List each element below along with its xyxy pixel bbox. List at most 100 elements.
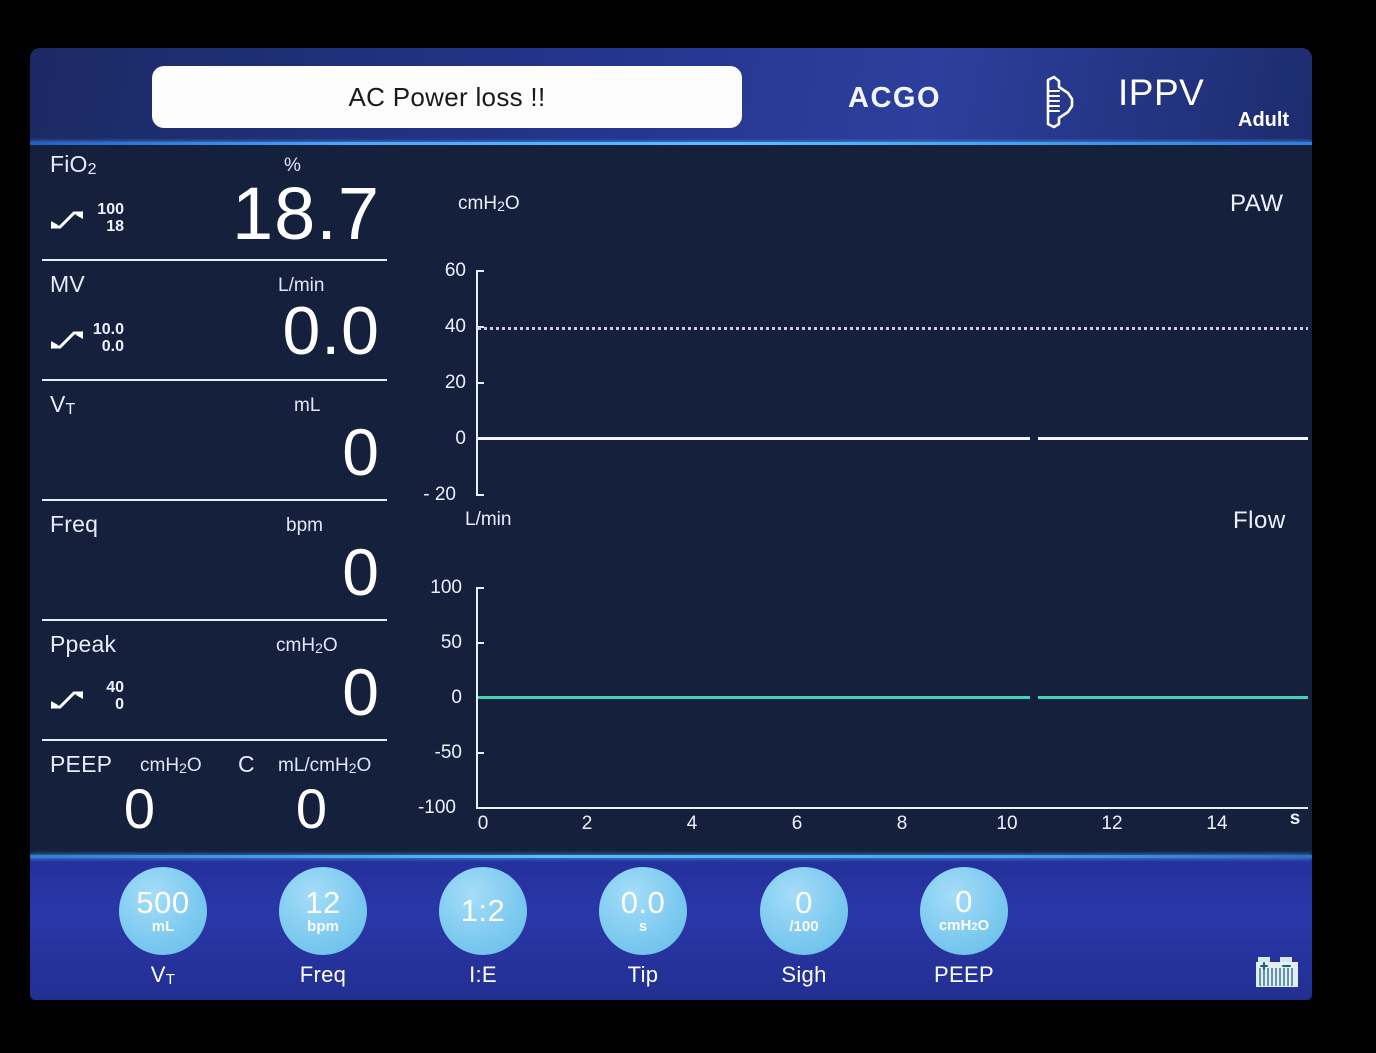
setting-label-tip: Tip: [627, 962, 659, 987]
main-content-area: FiO2 % 100 18 18.7 MV L/min 10.0 0.0 0.0…: [30, 145, 1312, 855]
setting-value-vt: 500: [136, 884, 190, 920]
device-bezel: AC Power loss !! ACGO IPPV Adult FiO2 % …: [0, 0, 1376, 1053]
param-value-peep: 0: [123, 777, 157, 840]
param-value-freq: 0: [342, 535, 380, 609]
param-divider: [42, 499, 387, 501]
alarm-limit-high-fio2: 100: [97, 201, 124, 218]
bellows-icon: [1046, 75, 1074, 129]
setting-value-ie-ratio: 1:2: [460, 893, 506, 928]
setting-ie-ratio[interactable]: 1:2 I:E: [408, 867, 558, 988]
setting-label-peep: PEEP: [934, 962, 994, 987]
setting-bubble-ie-ratio[interactable]: 1:2: [439, 867, 527, 955]
flow-ytick-label-minus50: -50: [434, 742, 462, 763]
setting-label-sigh: Sigh: [781, 962, 827, 987]
setting-label-freq: Freq: [299, 962, 347, 987]
setting-label-vt: VT: [150, 962, 176, 988]
param-row-peep-compliance[interactable]: PEEP cmH2O C mL/cmH2O 0 0: [30, 745, 390, 855]
setting-unit-peep: cmH2O: [938, 917, 990, 934]
alarm-limit-low-fio2: 18: [106, 218, 124, 235]
xtick-label-0: 0: [477, 813, 489, 834]
param-unit-freq: bpm: [286, 515, 323, 536]
paw-tick-minus20: [476, 494, 484, 496]
param-divider: [42, 379, 387, 381]
xtick-label-2: 2: [581, 813, 593, 834]
setting-bubble-tip[interactable]: 0.0 s: [599, 867, 687, 955]
flow-ytick-label-0: 0: [451, 687, 462, 708]
paw-ytick-label-minus20: - 20: [423, 484, 456, 505]
flow-ytick-label-minus100: -100: [417, 797, 456, 818]
param-divider: [42, 619, 387, 621]
paw-trace-segment: [1038, 437, 1308, 440]
param-value-compliance: 0: [295, 777, 329, 840]
alarm-limit-low-mv: 0.0: [101, 338, 124, 355]
alarm-banner[interactable]: AC Power loss !!: [152, 66, 742, 128]
flow-tick-50: [476, 642, 484, 644]
setting-peep[interactable]: 0 cmH2O PEEP: [889, 867, 1039, 988]
flow-trace-segment: [1038, 696, 1308, 699]
paw-alarm-limit-line: [478, 327, 1308, 330]
param-unit-peep: cmH2O: [140, 755, 202, 776]
param-label-fio2: FiO2: [50, 151, 97, 178]
ventilation-mode-label[interactable]: IPPV: [1118, 72, 1204, 114]
param-row-mv[interactable]: MV L/min 10.0 0.0 0.0: [30, 265, 390, 385]
paw-ytick-label-0: 0: [455, 428, 466, 449]
param-unit-compliance: mL/cmH2O: [278, 755, 372, 776]
xtick-label-10: 10: [996, 813, 1018, 834]
paw-y-unit: cmH2O: [458, 193, 520, 214]
settings-bar: 500 mL VT 12 bpm Freq 1:2 I:E 0.0 s Tip …: [30, 855, 1312, 1000]
param-divider: [42, 739, 387, 741]
paw-tick-60: [476, 270, 484, 272]
xtick-label-14: 14: [1206, 813, 1228, 834]
ventilator-display: AC Power loss !! ACGO IPPV Adult FiO2 % …: [30, 48, 1312, 1000]
setting-bubble-freq[interactable]: 12 bpm: [279, 867, 367, 955]
alarm-message-text: AC Power loss !!: [348, 81, 546, 112]
param-label-ppeak: Ppeak: [50, 631, 117, 657]
setting-bubble-sigh[interactable]: 0 /100: [760, 867, 848, 955]
setting-value-sigh: 0: [795, 884, 813, 920]
alarm-limit-high-mv: 10.0: [92, 321, 124, 338]
waveform-panel: cmH2O PAW 60 40 20 0 - 20 L/min Flow 100…: [390, 145, 1312, 855]
param-unit-ppeak: cmH2O: [276, 635, 338, 656]
setting-label-ie-ratio: I:E: [469, 962, 497, 987]
battery-icon: [1256, 957, 1298, 987]
flow-tick-minus50: [476, 752, 484, 754]
paw-tick-20: [476, 382, 484, 384]
setting-bubble-peep[interactable]: 0 cmH2O: [920, 867, 1008, 955]
alarm-limit-high-ppeak: 40: [106, 679, 124, 696]
param-row-freq[interactable]: Freq bpm 0: [30, 505, 390, 625]
x-axis-unit: s: [1289, 808, 1301, 829]
measured-parameters-panel: FiO2 % 100 18 18.7 MV L/min 10.0 0.0 0.0…: [30, 145, 390, 855]
param-label-freq: Freq: [50, 511, 99, 537]
xtick-label-6: 6: [791, 813, 803, 834]
param-label-peep: PEEP: [50, 751, 113, 777]
paw-chart-title: PAW: [1230, 190, 1284, 217]
setting-value-tip: 0.0: [620, 884, 666, 920]
param-value-vt: 0: [342, 415, 380, 489]
xtick-label-4: 4: [686, 813, 698, 834]
header-bar: AC Power loss !! ACGO IPPV Adult: [30, 48, 1312, 143]
flow-tick-100: [476, 587, 484, 589]
param-unit-vt: mL: [294, 395, 321, 416]
param-divider: [42, 259, 387, 261]
flow-trace-segment: [478, 696, 1030, 699]
param-row-fio2[interactable]: FiO2 % 100 18 18.7: [30, 145, 390, 265]
setting-unit-sigh: /100: [789, 917, 819, 935]
flow-y-unit: L/min: [465, 509, 512, 530]
setting-vt[interactable]: 500 mL VT: [88, 867, 238, 988]
paw-ytick-label-40: 40: [444, 316, 466, 337]
patient-type-label[interactable]: Adult: [1238, 109, 1289, 132]
param-value-fio2: 18.7: [231, 172, 380, 255]
param-label-compliance: C: [238, 751, 255, 777]
setting-unit-freq: bpm: [307, 917, 339, 935]
setting-bubble-vt[interactable]: 500 mL: [119, 867, 207, 955]
setting-unit-vt: mL: [151, 917, 175, 935]
param-label-vt: VT: [50, 391, 76, 418]
xtick-label-12: 12: [1101, 813, 1123, 834]
setting-tip[interactable]: 0.0 s Tip: [568, 867, 718, 988]
param-row-vt[interactable]: VT mL 0: [30, 385, 390, 505]
setting-freq[interactable]: 12 bpm Freq: [248, 867, 398, 988]
param-value-mv: 0.0: [282, 293, 380, 369]
setting-sigh[interactable]: 0 /100 Sigh: [729, 867, 879, 988]
acgo-indicator[interactable]: ACGO: [848, 82, 941, 115]
param-row-ppeak[interactable]: Ppeak cmH2O 40 0 0: [30, 625, 390, 745]
